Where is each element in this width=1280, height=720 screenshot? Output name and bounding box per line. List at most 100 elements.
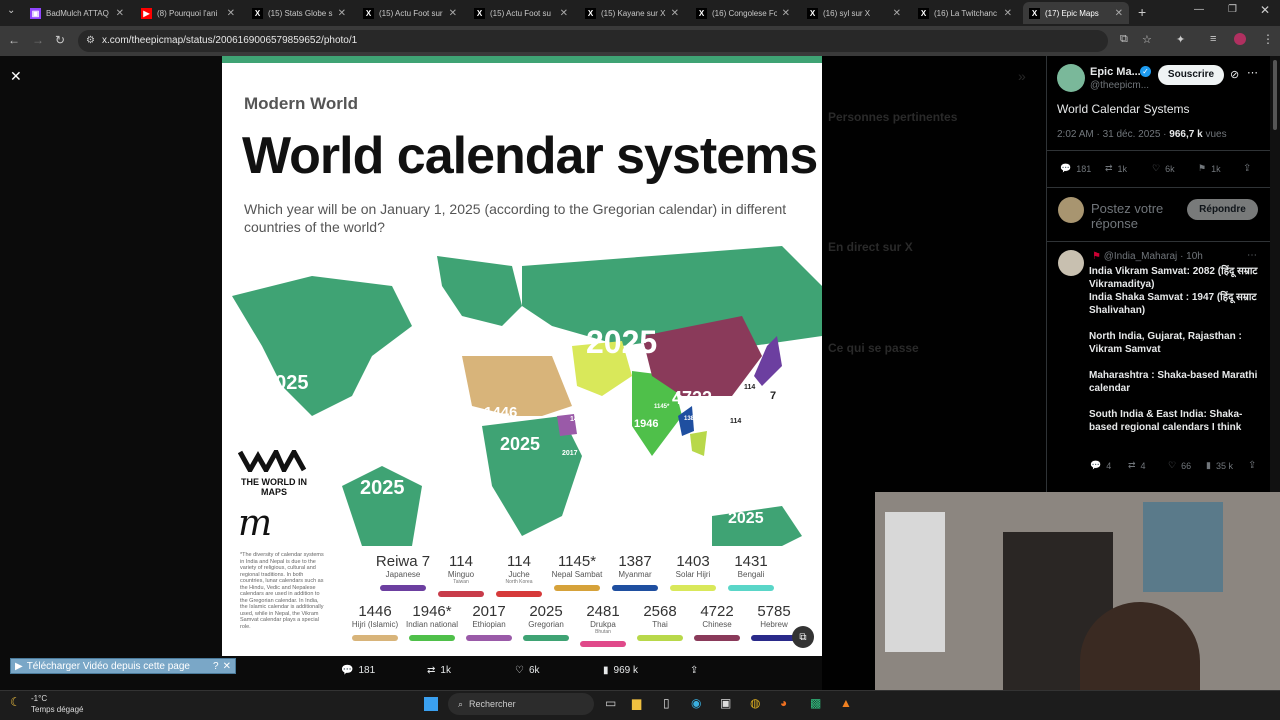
browser-tab[interactable]: X (17) Epic Maps ✕ — [1023, 2, 1129, 24]
install-app-icon[interactable]: ⧉ — [1120, 33, 1128, 46]
minimize-icon[interactable]: — — [1194, 4, 1204, 15]
legend-color-swatch — [380, 585, 426, 591]
edge-icon[interactable]: ◉ — [691, 696, 701, 710]
task-view-icon[interactable]: ▭ — [605, 696, 616, 710]
url-text[interactable]: x.com/theepicmap/status/2006169006579859… — [102, 35, 357, 46]
close-tab-icon[interactable]: ✕ — [338, 8, 346, 19]
forward-icon[interactable]: → — [32, 33, 44, 47]
reply-more-icon[interactable]: ⋯ — [1247, 250, 1257, 261]
infographic-image[interactable]: Modern World World calendar systems Whic… — [222, 56, 822, 656]
back-icon[interactable]: ← — [8, 33, 20, 47]
close-tab-icon[interactable]: ✕ — [560, 8, 568, 19]
viewer-repost-button[interactable]: ⇄ 1k — [427, 665, 451, 676]
my-avatar[interactable] — [1058, 197, 1084, 223]
browser-tab[interactable]: X (16) syl sur X ✕ — [801, 2, 907, 24]
app-icon[interactable]: ▩ — [810, 696, 821, 710]
reply-line: North India, Gujarat, Rajasthan : Vikram… — [1089, 331, 1242, 355]
legend-color-swatch — [694, 635, 740, 641]
reply-author-avatar[interactable] — [1058, 250, 1084, 276]
close-tab-icon[interactable]: ✕ — [449, 8, 457, 19]
reply-line: South India & East India: Shaka-based re… — [1089, 409, 1243, 433]
legend-number: 1431 — [734, 553, 768, 570]
store-icon[interactable]: ▣ — [720, 696, 731, 710]
author-avatar[interactable] — [1057, 64, 1085, 92]
legend-color-swatch — [580, 641, 626, 647]
bookmark-star-icon[interactable]: ☆ — [1142, 33, 1152, 46]
viewer-share-button[interactable]: ⇪ — [690, 665, 698, 676]
reply-repost-button[interactable]: ⇄ 4 — [1128, 460, 1146, 471]
chrome-icon[interactable]: ◍ — [750, 696, 760, 710]
restore-icon[interactable]: ❐ — [1228, 4, 1237, 15]
close-tab-icon[interactable]: ✕ — [1115, 8, 1123, 19]
browser-tab[interactable]: ▶ (8) Pourquoi l'ani ✕ — [135, 2, 241, 24]
close-viewer-icon[interactable]: ✕ — [10, 68, 22, 85]
browser-tab[interactable]: X (15) Actu Foot su ✕ — [468, 2, 574, 24]
chart-icon: ▮ — [603, 665, 609, 676]
viewer-reply-button[interactable]: 💬 181 — [341, 665, 375, 676]
flag-icon: ⚑ — [1092, 251, 1101, 262]
help-icon[interactable]: ? — [213, 661, 219, 672]
close-download-bar-icon[interactable]: ✕ — [223, 661, 235, 672]
reply-like-button[interactable]: ♡ 66 — [1168, 460, 1191, 471]
viewer-views-button[interactable]: ▮ 969 k — [603, 665, 638, 676]
image-alt-icon[interactable]: ⧉ — [792, 626, 814, 648]
weather-moon-icon[interactable]: ☾ — [10, 695, 21, 709]
reply-input[interactable]: Postez votre réponse — [1091, 201, 1181, 231]
close-tab-icon[interactable]: ✕ — [1004, 8, 1012, 19]
legend-color-swatch — [670, 585, 716, 591]
profile-avatar[interactable] — [1234, 33, 1246, 45]
post-repost-button[interactable]: ⇄ 1k — [1105, 163, 1127, 174]
tab-list-chevron-icon[interactable]: ⌄ — [7, 5, 15, 16]
author-handle[interactable]: @theepicm... — [1090, 80, 1149, 91]
extensions-icon[interactable]: ✦ — [1176, 33, 1185, 46]
author-name[interactable]: Epic Ma... — [1090, 66, 1141, 78]
weather-desc[interactable]: Temps dégagé — [31, 705, 83, 714]
reply-views-button[interactable]: ▮ 35 k — [1206, 460, 1233, 471]
download-video-bar[interactable]: ▶ Télécharger Vidéo depuis cette page? ✕ — [10, 658, 236, 674]
close-tab-icon[interactable]: ✕ — [227, 8, 235, 19]
reply-handle[interactable]: @India_Maharaj — [1104, 251, 1178, 262]
follow-button[interactable]: Souscrire — [1158, 65, 1224, 85]
browser-tab[interactable]: X (15) Kayane sur X ✕ — [579, 2, 685, 24]
post-bookmark-button[interactable]: ⚑ 1k — [1198, 163, 1221, 174]
windows-start-icon[interactable] — [424, 697, 438, 711]
map-label-arabia: 1440 — [570, 416, 586, 423]
legend-number: 114 — [507, 553, 531, 570]
viewer-like-button[interactable]: ♡ 6k — [515, 665, 540, 676]
close-tab-icon[interactable]: ✕ — [116, 8, 124, 19]
file-explorer-icon[interactable]: ▆ — [632, 696, 641, 710]
close-tab-icon[interactable]: ✕ — [782, 8, 790, 19]
close-window-icon[interactable]: ✕ — [1260, 3, 1270, 17]
browser-tab[interactable]: X (16) Congolese Fo ✕ — [690, 2, 796, 24]
reply-button[interactable]: Répondre — [1187, 199, 1258, 220]
close-tab-icon[interactable]: ✕ — [893, 8, 901, 19]
notepad-icon[interactable]: ▯ — [663, 696, 670, 710]
scrollbar-thumb[interactable] — [1273, 60, 1277, 130]
firefox-icon[interactable]: ◕ — [780, 696, 787, 710]
post-share-icon[interactable]: ⇪ — [1243, 163, 1251, 174]
taskbar-search[interactable]: ⌕ Rechercher — [448, 693, 594, 715]
close-tab-icon[interactable]: ✕ — [671, 8, 679, 19]
weather-temp[interactable]: -1°C — [31, 694, 47, 703]
grok-icon[interactable]: ⊘ — [1230, 68, 1239, 81]
browser-menu-icon[interactable]: ⋮ — [1262, 32, 1274, 46]
tab-title: (15) Actu Foot sur — [379, 8, 443, 18]
media-icon[interactable]: ≡ — [1210, 33, 1216, 45]
post-time[interactable]: 2:02 AM · 31 déc. 2025 · — [1057, 129, 1169, 140]
site-info-icon[interactable]: ⚙ — [86, 35, 95, 46]
browser-tab[interactable]: X (15) Actu Foot sur ✕ — [357, 2, 463, 24]
more-options-icon[interactable]: ⋯ — [1247, 66, 1258, 79]
new-tab-plus-icon[interactable]: + — [1138, 4, 1146, 20]
browser-tab[interactable]: ▣ BadMulch ATTAQ ✕ — [24, 2, 130, 24]
post-reply-button[interactable]: 💬 181 — [1060, 163, 1091, 174]
browser-tab[interactable]: X (15) Stats Globe s ✕ — [246, 2, 352, 24]
reply-share-icon[interactable]: ⇪ — [1248, 460, 1256, 471]
vlc-icon[interactable]: ▲ — [840, 696, 852, 710]
heart-icon: ♡ — [515, 665, 524, 676]
reload-icon[interactable]: ↻ — [55, 33, 65, 47]
browser-tab[interactable]: X (16) La Twitchanc ✕ — [912, 2, 1018, 24]
map-label-taiwan: 114 — [730, 418, 742, 425]
map-label-japan: 7 — [770, 390, 777, 402]
post-like-button[interactable]: ♡ 6k — [1152, 163, 1175, 174]
reply-reply-button[interactable]: 💬 4 — [1090, 460, 1111, 471]
